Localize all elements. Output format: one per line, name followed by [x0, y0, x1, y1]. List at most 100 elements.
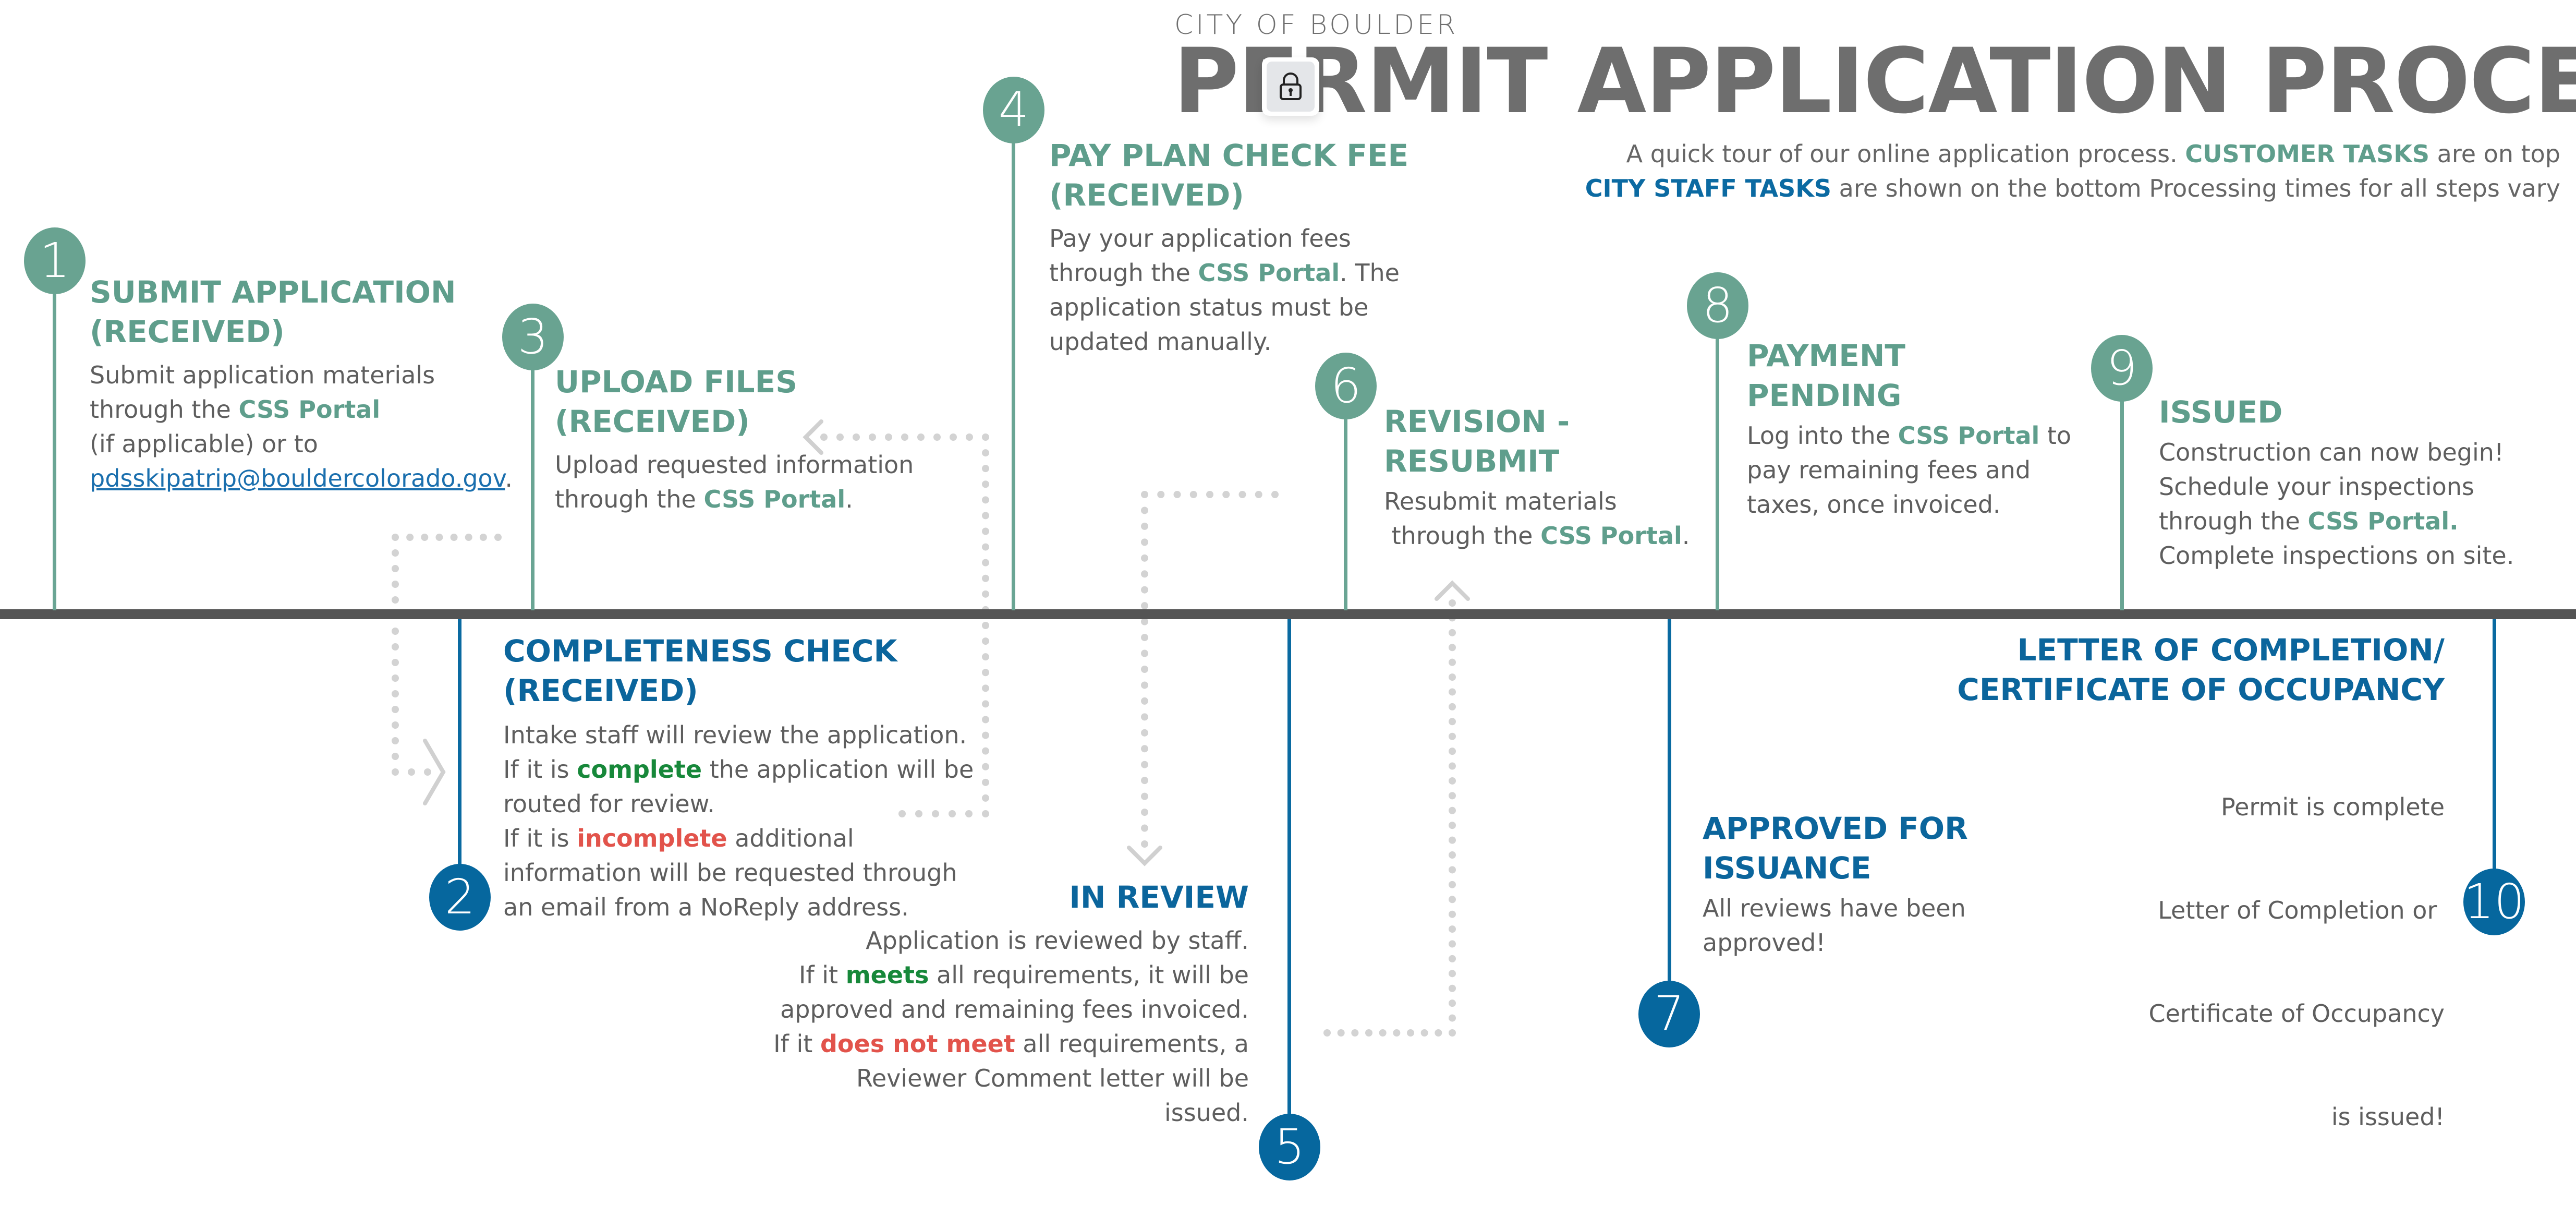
step-3-connector: [531, 368, 534, 610]
connector-dot: [1449, 792, 1456, 800]
connector-dot: [917, 433, 925, 441]
step-7-connector: [1668, 619, 1671, 984]
connector-dot: [982, 465, 989, 473]
connector-dot: [1141, 761, 1148, 768]
connector-dot: [1449, 955, 1456, 962]
connector-dot: [1238, 491, 1246, 498]
period: .: [1682, 522, 1690, 550]
connector-dot: [982, 700, 989, 708]
does-not-meet-highlight: does not meet: [820, 1030, 1015, 1058]
step-5-body: Application is reviewed by staff. If it …: [773, 923, 1249, 1130]
step-4-title-line: PAY PLAN CHECK FEE: [1049, 138, 1409, 173]
connector-dot: [1141, 649, 1148, 657]
css-portal-link[interactable]: CSS Portal: [1198, 259, 1340, 287]
step-10-body-line: Permit is complete: [2221, 793, 2445, 821]
connector-dot: [1141, 792, 1148, 800]
intro-line2: are shown on the bottom Processing times…: [1831, 174, 2560, 202]
connector-dot: [392, 643, 399, 650]
step-5-body-line: approved and remaining fees invoiced.: [780, 995, 1249, 1023]
step-9-body: Construction can now begin! Schedule you…: [2159, 435, 2514, 573]
step-9-body-line: through the: [2159, 507, 2308, 535]
step-10-body-line: Letter of Completion or: [2158, 896, 2445, 924]
connector-dot: [435, 534, 443, 541]
step-8-body-line: to: [2039, 421, 2072, 450]
css-portal-link[interactable]: CSS Portal: [1540, 522, 1682, 550]
step-7-body: All reviews have been approved!: [1703, 891, 1968, 960]
connector-dot: [392, 581, 399, 588]
step-2-body-line: routed for review.: [503, 790, 715, 818]
connector-dot: [982, 622, 989, 629]
step-8-body: Log into the CSS Portal to pay remaining…: [1747, 418, 2071, 522]
connector-dot: [933, 433, 941, 441]
step-7: APPROVED FOR ISSUANCE All reviews have be…: [1703, 809, 1968, 960]
connector-dot: [1141, 729, 1148, 737]
intro-line1-end: are on top: [2429, 140, 2560, 168]
step-1-body-line: Submit application materials: [90, 361, 435, 389]
step-1-body-line: (if applicable) or to: [90, 430, 318, 458]
connector-dot: [392, 628, 399, 635]
connector-dot: [1141, 586, 1148, 594]
connector-dot: [392, 737, 399, 744]
connector-dot: [1141, 681, 1148, 689]
connector-dot: [465, 534, 472, 541]
step-10-title: LETTER OF COMPLETION/CERTIFICATE OF OCCU…: [1957, 630, 2445, 709]
connector-dot: [1449, 806, 1456, 814]
connector-dot: [1449, 910, 1456, 918]
css-portal-link[interactable]: CSS Portal: [238, 395, 380, 424]
connector-dot: [1141, 824, 1148, 832]
step-4: PAY PLAN CHECK FEE (RECEIVED) Pay your ap…: [1049, 136, 1408, 359]
connector-dot: [982, 778, 989, 786]
step-2-title-line: (RECEIVED): [503, 673, 698, 708]
connector-dot: [392, 534, 399, 541]
connector-dot: [1449, 688, 1456, 696]
connector-dot: [982, 637, 989, 645]
connector-dot: [982, 684, 989, 692]
connector-dot: [1141, 634, 1148, 642]
step-1-badge: 1: [24, 227, 86, 294]
email-link[interactable]: pdsskipatrip@bouldercolorado.gov: [90, 464, 505, 492]
connector-dot: [982, 433, 989, 441]
connector-dot: [1449, 925, 1456, 933]
step-10-body-line: Certificate of Occupancy: [2148, 999, 2445, 1028]
step-6-connector: [1344, 417, 1347, 610]
step-8-body-line: taxes, once invoiced.: [1747, 490, 2001, 519]
connector-dot: [1157, 491, 1165, 498]
step-2-title-line: COMPLETENESS CHECK: [503, 633, 897, 669]
step-9-title: ISSUED: [2159, 394, 2283, 430]
step-6-body: Resubmit materials through the CSS Porta…: [1384, 484, 1690, 553]
lock-button[interactable]: [1262, 57, 1319, 116]
step-8-badge: 8: [1687, 272, 1748, 339]
css-portal-link[interactable]: CSS Portal: [1898, 421, 2040, 450]
connector-dot: [421, 534, 429, 541]
connector-dot: [1141, 554, 1148, 562]
connector-dot: [392, 753, 399, 760]
step-9-body-line: Construction can now begin!: [2159, 438, 2504, 466]
connector-dot: [392, 768, 399, 776]
connector-dot: [1435, 1029, 1442, 1037]
connector-dot: [392, 549, 399, 557]
step-9-badge: 9: [2091, 335, 2153, 402]
step-9-body-line: Schedule your inspections: [2159, 473, 2474, 501]
step-5-body-line: issued.: [1164, 1099, 1249, 1127]
connector-dot: [406, 534, 414, 541]
connector-dot: [982, 512, 989, 520]
intro-text: A quick tour of our online application p…: [1585, 137, 2560, 206]
step-4-body: Pay your application fees through the CS…: [1049, 221, 1408, 359]
connector-dot: [1449, 599, 1456, 607]
step-10-title-line: CERTIFICATE OF OCCUPANCY: [1957, 672, 2445, 707]
step-8-title: PAYMENT PENDING: [1747, 336, 2071, 415]
step-7-title-line: APPROVED FOR: [1703, 811, 1968, 846]
step-6: REVISION - RESUBMIT Resubmit materials th…: [1384, 402, 1690, 553]
step-3-body: Upload requested information through the…: [555, 448, 914, 516]
step-2-connector: [458, 619, 461, 870]
step-10-badge: 10: [2463, 869, 2525, 935]
period: .: [505, 464, 513, 492]
step-8-body-line: pay remaining fees and: [1747, 456, 2031, 484]
css-portal-link[interactable]: CSS Portal: [703, 485, 845, 513]
step-7-badge: 7: [1638, 981, 1700, 1047]
step-2-title: COMPLETENESS CHECK (RECEIVED): [503, 631, 974, 710]
css-portal-link[interactable]: CSS Portal.: [2307, 507, 2458, 535]
connector-dot: [392, 721, 399, 729]
step-5-body-line: Reviewer Comment letter will be: [856, 1064, 1249, 1092]
connector-dot: [1141, 538, 1148, 546]
